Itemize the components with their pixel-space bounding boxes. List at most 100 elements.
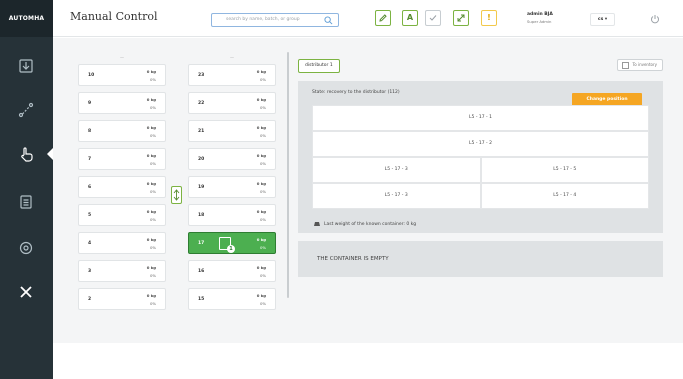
cell-weight: 0 kg bbox=[146, 237, 156, 242]
last-weight-text: Last weight of the known container: 0 kg bbox=[324, 222, 417, 227]
route-icon bbox=[18, 102, 34, 118]
page-title: Manual Control bbox=[70, 10, 158, 23]
hand-pointer-icon bbox=[21, 147, 33, 162]
cell-weight: 0 kg bbox=[256, 125, 266, 130]
container-cell[interactable]: 8 0 kg 0% bbox=[78, 120, 166, 142]
cell-number: 23 bbox=[198, 73, 205, 78]
container-cell[interactable]: 22 0 kg 0% bbox=[188, 92, 276, 114]
container-cell[interactable]: 19 0 kg 0% bbox=[188, 176, 276, 198]
cell-weight: 0 kg bbox=[146, 97, 156, 102]
grid-row: L5 - 17 - 3 L5 - 17 - 5 bbox=[312, 157, 649, 183]
empty-container-panel: THE CONTAINER IS EMPTY bbox=[298, 241, 663, 277]
position-cell[interactable]: L5 - 17 - 1 bbox=[312, 105, 649, 131]
alert-button[interactable]: ! bbox=[481, 10, 497, 26]
sidebar-item-routes[interactable] bbox=[0, 88, 53, 132]
container-cell[interactable]: 6 0 kg 0% bbox=[78, 176, 166, 198]
sidebar: AUTOMHA bbox=[0, 0, 53, 379]
position-cell[interactable]: L5 - 17 - 3 bbox=[312, 183, 481, 209]
last-weight: Last weight of the known container: 0 kg bbox=[314, 221, 416, 227]
container-cell[interactable]: 9 0 kg 0% bbox=[78, 92, 166, 114]
container-detail-panel: State: recovery to the distributor (112)… bbox=[298, 81, 663, 233]
sidebar-item-settings[interactable] bbox=[0, 226, 53, 270]
sidebar-item-import[interactable] bbox=[0, 44, 53, 88]
cell-fill: 0% bbox=[259, 245, 266, 250]
cell-weight: 0 kg bbox=[146, 125, 156, 130]
cell-fill: 0% bbox=[149, 105, 156, 110]
cell-weight: 0 kg bbox=[256, 293, 266, 298]
search-icon bbox=[324, 16, 333, 25]
container-state: State: recovery to the distributor (112) bbox=[312, 90, 400, 95]
cell-fill: 0% bbox=[259, 217, 266, 222]
cell-number: 19 bbox=[198, 185, 205, 190]
container-count-badge: 1 bbox=[227, 245, 235, 253]
cell-fill: 0% bbox=[149, 77, 156, 82]
cell-fill: 0% bbox=[259, 301, 266, 306]
column-header: — bbox=[120, 55, 124, 60]
container-cell[interactable]: 15 0 kg 0% bbox=[188, 288, 276, 310]
document-icon bbox=[20, 195, 32, 209]
cell-fill: 0% bbox=[149, 161, 156, 166]
grid-row: L5 - 17 - 3 L5 - 17 - 4 bbox=[312, 183, 649, 209]
container-cell[interactable]: 2 0 kg 0% bbox=[78, 288, 166, 310]
container-column-left: — 10 0 kg 0% 9 0 kg 0% 8 0 kg 0% 7 0 kg 0% 6 0 kg… bbox=[78, 52, 166, 316]
container-cell[interactable]: 7 0 kg 0% bbox=[78, 148, 166, 170]
cell-weight: 0 kg bbox=[146, 181, 156, 186]
sidebar-item-documents[interactable] bbox=[0, 180, 53, 224]
search-input[interactable]: search by name, batch, or group bbox=[211, 13, 339, 27]
container-cell[interactable]: 16 0 kg 0% bbox=[188, 260, 276, 282]
position-grid: L5 - 17 - 1 L5 - 17 - 2 L5 - 17 - 3 L5 -… bbox=[312, 105, 649, 209]
user-role: Super Admin bbox=[527, 19, 552, 24]
app-root: AUTOMHA Manual Control search by name, b… bbox=[0, 0, 683, 379]
container-cell[interactable]: 18 0 kg 0% bbox=[188, 204, 276, 226]
container-cell[interactable]: 20 0 kg 0% bbox=[188, 148, 276, 170]
cell-number: 4 bbox=[88, 241, 92, 246]
cell-fill: 0% bbox=[149, 133, 156, 138]
cell-fill: 0% bbox=[149, 189, 156, 194]
expand-button[interactable] bbox=[453, 10, 469, 26]
cell-weight: 0 kg bbox=[146, 209, 156, 214]
scale-icon bbox=[314, 222, 320, 226]
pick-tool-button[interactable] bbox=[375, 10, 391, 26]
position-cell[interactable]: L5 - 17 - 2 bbox=[312, 131, 649, 157]
cell-weight: 0 kg bbox=[146, 153, 156, 158]
confirm-button[interactable] bbox=[425, 10, 441, 26]
cell-number: 22 bbox=[198, 101, 205, 106]
tab-distributor[interactable]: distributor 1 bbox=[298, 59, 340, 73]
cell-number: 16 bbox=[198, 269, 205, 274]
cell-weight: 0 kg bbox=[146, 293, 156, 298]
column-scrollbar[interactable] bbox=[287, 52, 289, 298]
container-cell[interactable]: 3 0 kg 0% bbox=[78, 260, 166, 282]
container-cell[interactable]: 10 0 kg 0% bbox=[78, 64, 166, 86]
top-bar: Manual Control search by name, batch, or… bbox=[53, 0, 683, 37]
container-cell[interactable]: 4 0 kg 0% bbox=[78, 232, 166, 254]
cell-number: 10 bbox=[88, 73, 95, 78]
auto-mode-button[interactable]: A bbox=[402, 10, 418, 26]
logo: AUTOMHA bbox=[0, 0, 53, 37]
container-cell-selected[interactable]: 17 1 0 kg 0% bbox=[188, 232, 276, 254]
cell-number: 9 bbox=[88, 101, 92, 106]
cell-number: 21 bbox=[198, 129, 205, 134]
sidebar-item-tools[interactable] bbox=[0, 270, 53, 314]
power-icon[interactable] bbox=[650, 14, 660, 24]
language-select[interactable]: cs ▾ bbox=[590, 13, 615, 26]
position-cell[interactable]: L5 - 17 - 5 bbox=[480, 157, 649, 183]
position-cell[interactable]: L5 - 17 - 3 bbox=[312, 157, 481, 183]
sidebar-item-manual-control[interactable] bbox=[0, 132, 53, 176]
grid-row: L5 - 17 - 1 bbox=[312, 105, 649, 131]
cell-weight: 0 kg bbox=[256, 209, 266, 214]
user-info[interactable]: admin BJA Super Admin bbox=[527, 12, 553, 24]
cell-number: 7 bbox=[88, 157, 92, 162]
swap-columns-button[interactable] bbox=[171, 186, 182, 204]
cell-weight: 0 kg bbox=[256, 237, 266, 242]
cell-fill: 0% bbox=[259, 189, 266, 194]
footer-area bbox=[53, 343, 683, 379]
cell-fill: 0% bbox=[149, 273, 156, 278]
container-cell[interactable]: 5 0 kg 0% bbox=[78, 204, 166, 226]
cell-number: 17 bbox=[198, 241, 205, 246]
container-cell[interactable]: 21 0 kg 0% bbox=[188, 120, 276, 142]
container-cell[interactable]: 23 0 kg 0% bbox=[188, 64, 276, 86]
cell-number: 6 bbox=[88, 185, 92, 190]
to-inventory-checkbox[interactable]: To inventory bbox=[617, 59, 663, 71]
cell-number: 3 bbox=[88, 269, 92, 274]
position-cell[interactable]: L5 - 17 - 4 bbox=[480, 183, 649, 209]
